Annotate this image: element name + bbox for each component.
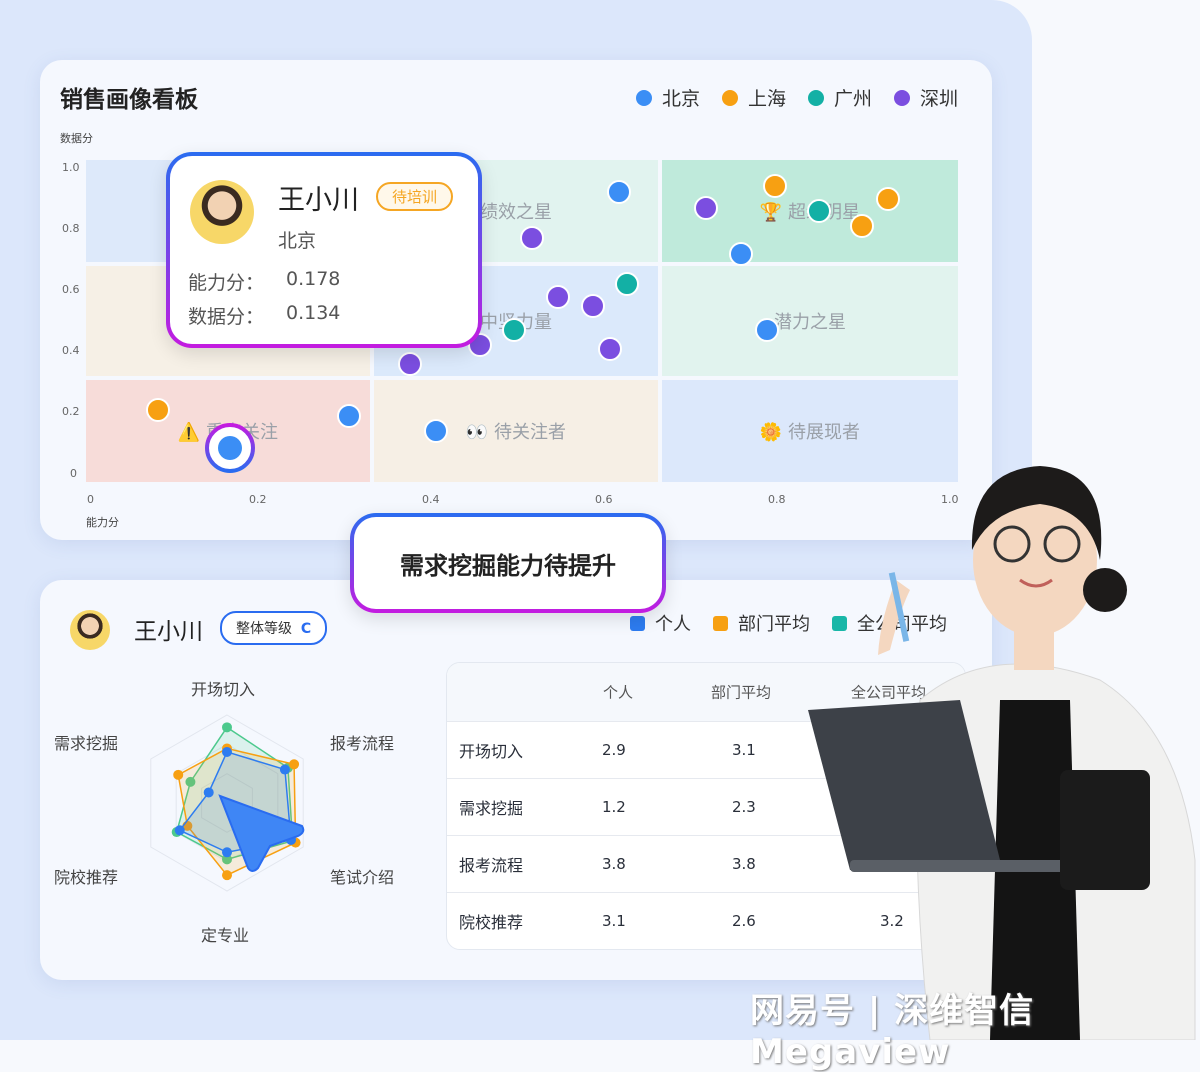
cell: 2.9 (602, 741, 626, 759)
row-label: 报考流程 (459, 856, 524, 875)
radar-point-个人[interactable] (203, 787, 214, 798)
row-label: 院校推荐 (459, 913, 524, 932)
col-header: 个人 (603, 683, 634, 702)
radar-axis-label: 开场切入 (191, 680, 256, 699)
radar-point-全公司平均[interactable] (222, 722, 232, 733)
cell: 2.6 (732, 912, 756, 930)
cell: 3.8 (732, 855, 756, 873)
radar-point-部门平均[interactable] (289, 759, 300, 770)
col-header: 部门平均 (711, 683, 772, 702)
radar-point-个人[interactable] (174, 825, 185, 836)
radar-axis-label: 院校推荐 (54, 868, 119, 887)
radar-axis-label: 定专业 (201, 926, 250, 945)
insight-callout: 需求挖掘能力待提升 (350, 513, 666, 613)
watermark: 网易号 | 深维智信Megaview (750, 991, 1035, 1072)
cell: 1.2 (602, 798, 626, 816)
cell: 2.3 (732, 798, 756, 816)
cell: 3.1 (602, 912, 626, 930)
row-label: 需求挖掘 (459, 799, 524, 818)
radar-axis-label: 需求挖掘 (54, 734, 119, 753)
radar-point-个人[interactable] (222, 746, 232, 757)
cell: 3.8 (602, 855, 626, 873)
row-label: 开场切入 (459, 742, 524, 761)
radar-axis-label: 报考流程 (330, 734, 395, 753)
radar-axis-label: 笔试介绍 (330, 868, 395, 887)
radar-point-部门平均[interactable] (173, 769, 184, 780)
cursor-pointer-icon (218, 794, 305, 872)
cell: 3.1 (732, 741, 756, 759)
radar-point-个人[interactable] (279, 764, 290, 775)
presenter-illustration (808, 466, 1196, 1040)
